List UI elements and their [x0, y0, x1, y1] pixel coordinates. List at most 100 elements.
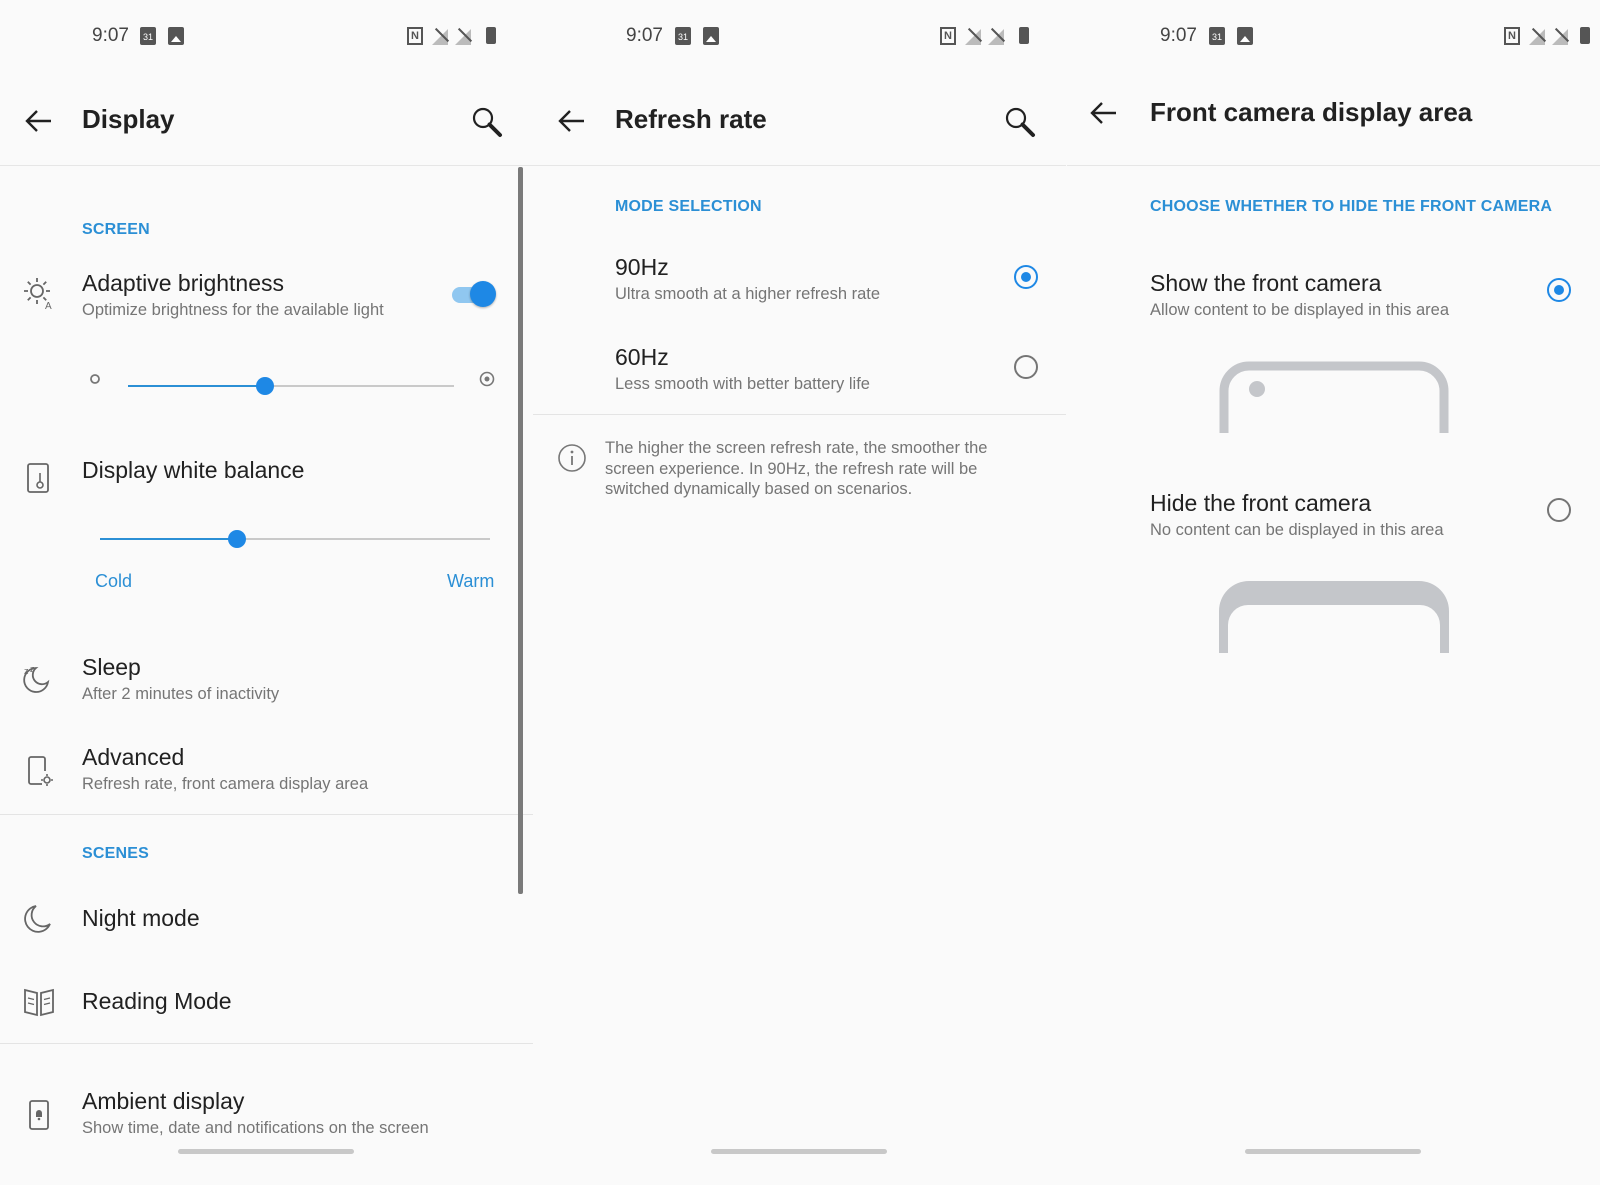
- toggle-thumb: [470, 281, 496, 307]
- no-signal-icon: [965, 27, 981, 45]
- image-icon: [703, 27, 719, 45]
- option-90hz-subtitle: Ultra smooth at a higher refresh rate: [615, 285, 881, 303]
- calendar-icon: 31: [140, 27, 156, 45]
- calendar-icon: 31: [1209, 27, 1225, 45]
- page-title: Display: [82, 104, 175, 134]
- ambient-display-icon: [29, 1100, 49, 1130]
- radio-90hz[interactable]: [1014, 265, 1038, 289]
- show-front-camera-subtitle: Allow content to be displayed in this ar…: [1150, 301, 1450, 319]
- refresh-rate-panel: 9:07 31 N Refresh rate MODE SELECTION 90…: [533, 0, 1066, 1185]
- svg-text:z: z: [24, 666, 29, 676]
- battery-icon: [1019, 27, 1029, 44]
- advanced-subtitle: Refresh rate, front camera display area: [82, 775, 369, 793]
- back-arrow-icon[interactable]: [24, 106, 54, 136]
- hide-front-camera-title: Hide the front camera: [1150, 490, 1372, 516]
- sleep-row[interactable]: z z Sleep After 2 minutes of inactivity: [0, 652, 533, 712]
- nfc-icon: N: [1504, 27, 1520, 45]
- front-camera-panel: 9:07 31 N Front camera display area CHOO…: [1067, 0, 1600, 1185]
- night-mode-row[interactable]: Night mode: [0, 892, 533, 948]
- back-arrow-icon[interactable]: [557, 106, 587, 136]
- radio-hide-front-camera[interactable]: [1547, 498, 1571, 522]
- no-signal-icon: [455, 27, 471, 45]
- gesture-nav-handle[interactable]: [178, 1149, 354, 1154]
- section-header-front-camera: CHOOSE WHETHER TO HIDE THE FRONT CAMERA: [1150, 198, 1553, 215]
- reading-mode-row[interactable]: Reading Mode: [0, 975, 533, 1031]
- image-icon: [1237, 27, 1253, 45]
- brightness-low-icon: [90, 374, 100, 384]
- slider-thumb[interactable]: [255, 377, 274, 395]
- info-line: The higher the screen refresh rate, the …: [605, 439, 988, 457]
- white-balance-slider[interactable]: [100, 530, 490, 548]
- sleep-moon-icon: z z: [23, 664, 50, 693]
- search-icon[interactable]: [1004, 106, 1036, 138]
- white-balance-title: Display white balance: [82, 457, 305, 483]
- scrollbar[interactable]: [518, 167, 523, 894]
- info-line: switched dynamically based on scenarios.: [605, 480, 913, 498]
- no-signal-icon: [1529, 27, 1545, 45]
- option-60hz-title: 60Hz: [615, 344, 669, 370]
- adaptive-brightness-title: Adaptive brightness: [82, 270, 285, 296]
- section-header-screen: SCREEN: [82, 221, 150, 238]
- option-60hz-row[interactable]: 60Hz Less smooth with better battery lif…: [533, 335, 1066, 401]
- section-header-mode-selection: MODE SELECTION: [615, 198, 762, 215]
- ambient-display-subtitle: Show time, date and notifications on the…: [82, 1119, 429, 1137]
- warm-label: Warm: [447, 571, 495, 591]
- white-balance-row: Display white balance: [0, 445, 533, 493]
- nfc-icon: N: [407, 27, 423, 45]
- divider: [0, 814, 533, 815]
- reading-mode-title: Reading Mode: [82, 988, 232, 1014]
- auto-brightness-icon: A: [24, 278, 52, 310]
- divider: [533, 414, 1066, 415]
- gesture-nav-handle[interactable]: [1245, 1149, 1421, 1154]
- no-signal-icon: [432, 27, 448, 45]
- status-bar: 9:07 31 N: [1067, 22, 1600, 52]
- brightness-slider[interactable]: [128, 377, 454, 395]
- app-bar: Front camera display area: [1067, 80, 1600, 166]
- option-90hz-title: 90Hz: [615, 254, 669, 280]
- section-header-scenes: SCENES: [82, 845, 149, 862]
- status-time: 9:07: [1160, 25, 1197, 46]
- hide-front-camera-row[interactable]: Hide the front camera No content can be …: [1067, 485, 1600, 551]
- white-balance-icon: [27, 463, 49, 493]
- radio-60hz[interactable]: [1014, 355, 1038, 379]
- cold-label: Cold: [95, 571, 133, 591]
- gesture-nav-handle[interactable]: [711, 1149, 887, 1154]
- hide-front-camera-subtitle: No content can be displayed in this area: [1150, 521, 1444, 539]
- front-camera-hidden-illustration: [1219, 581, 1449, 653]
- status-bar: 9:07 31 N: [0, 22, 533, 52]
- ambient-display-row[interactable]: Ambient display Show time, date and noti…: [0, 1088, 533, 1148]
- advanced-title: Advanced: [82, 744, 185, 770]
- book-icon: [24, 988, 54, 1017]
- adaptive-brightness-toggle[interactable]: [452, 281, 496, 307]
- slider-thumb[interactable]: [227, 530, 246, 548]
- advanced-row[interactable]: Advanced Refresh rate, front camera disp…: [0, 742, 533, 802]
- ambient-display-title: Ambient display: [82, 1088, 245, 1114]
- radio-show-front-camera[interactable]: [1547, 278, 1571, 302]
- advanced-settings-icon: [28, 756, 53, 786]
- option-60hz-subtitle: Less smooth with better battery life: [615, 375, 870, 393]
- info-icon: [558, 444, 586, 472]
- adaptive-brightness-row[interactable]: A Adaptive brightness Optimize brightnes…: [0, 268, 533, 328]
- back-arrow-icon[interactable]: [1089, 98, 1119, 128]
- slider-fill: [128, 385, 265, 387]
- battery-icon: [1580, 27, 1590, 44]
- brightness-high-icon: [479, 371, 495, 387]
- adaptive-brightness-subtitle: Optimize brightness for the available li…: [82, 301, 384, 319]
- nfc-icon: N: [940, 27, 956, 45]
- front-camera-visible-illustration: [1219, 361, 1449, 433]
- battery-icon: [486, 27, 496, 44]
- sleep-subtitle: After 2 minutes of inactivity: [82, 685, 280, 703]
- moon-icon: [24, 905, 51, 933]
- status-bar: 9:07 31 N: [533, 22, 1066, 52]
- option-90hz-row[interactable]: 90Hz Ultra smooth at a higher refresh ra…: [533, 245, 1066, 311]
- page-title: Front camera display area: [1150, 97, 1473, 127]
- show-front-camera-row[interactable]: Show the front camera Allow content to b…: [1067, 265, 1600, 331]
- status-time: 9:07: [626, 25, 663, 46]
- page-title: Refresh rate: [615, 104, 767, 134]
- refresh-rate-info-text: The higher the screen refresh rate, the …: [605, 438, 1025, 500]
- night-mode-title: Night mode: [82, 905, 200, 931]
- display-settings-panel: 9:07 31 N Display SCREEN A Adaptive brig…: [0, 0, 533, 1185]
- no-signal-icon: [988, 27, 1004, 45]
- slider-fill: [100, 538, 237, 540]
- search-icon[interactable]: [471, 106, 503, 138]
